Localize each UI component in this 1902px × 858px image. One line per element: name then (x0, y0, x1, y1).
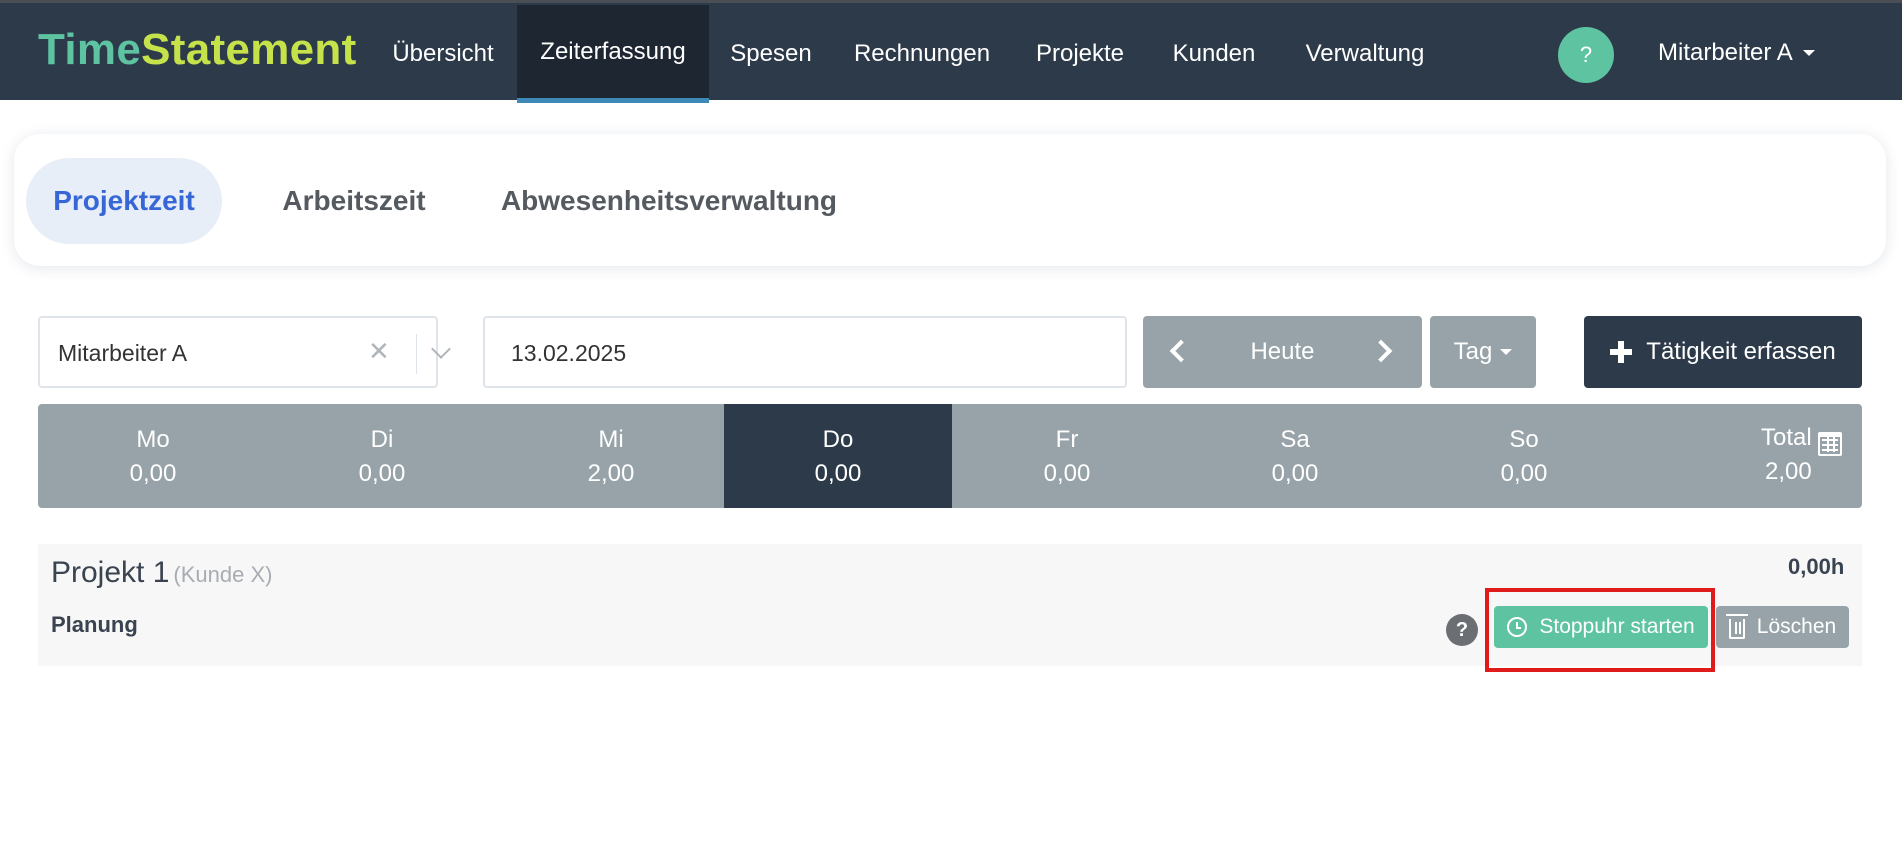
user-menu[interactable]: Mitarbeiter A (1658, 39, 1815, 67)
day-name: Sa (1280, 426, 1310, 453)
day-name: So (1509, 426, 1539, 453)
tab-projektzeit[interactable]: Projektzeit (26, 158, 222, 244)
brand-part-time: Time (38, 25, 142, 74)
day-hours: 0,00 (1043, 460, 1091, 487)
day-mo[interactable]: Mo 0,00 (38, 404, 268, 508)
add-activity-button[interactable]: Tätigkeit erfassen (1584, 316, 1862, 388)
start-stopwatch-button[interactable]: Stoppuhr starten (1494, 606, 1708, 648)
nav-verwaltung[interactable]: Verwaltung (1280, 5, 1450, 103)
tab-abwesenheitsverwaltung[interactable]: Abwesenheitsverwaltung (484, 158, 854, 244)
nav-zeiterfassung[interactable]: Zeiterfassung (517, 5, 709, 103)
day-name: Do (822, 426, 854, 453)
date-navigation: Heute (1143, 316, 1422, 388)
entry-hours: 0,00h (1788, 554, 1845, 579)
week-summary: Mo 0,00 Di 0,00 Mi 2,00 Do 0,00 Fr 0,00 … (38, 404, 1862, 508)
select-separator (416, 334, 417, 374)
day-hours: 0,00 (358, 460, 406, 487)
day-so[interactable]: So 0,00 (1409, 404, 1639, 508)
delete-label: Löschen (1756, 615, 1837, 638)
day-fr[interactable]: Fr 0,00 (952, 404, 1182, 508)
subtabs-card: Projektzeit Arbeitszeit Abwesenheitsverw… (14, 134, 1886, 266)
caret-down-icon (1500, 349, 1513, 355)
employee-select-value: Mitarbeiter A (58, 340, 188, 366)
employee-select[interactable]: Mitarbeiter A ✕ (38, 316, 451, 388)
top-navbar: TimeStatement Übersicht Zeiterfassung Sp… (0, 0, 1902, 103)
date-input[interactable]: 13.02.2025 (483, 316, 1127, 388)
project-name: Projekt 1 (51, 556, 170, 589)
period-dropdown[interactable]: Tag (1430, 316, 1536, 388)
chevron-down-icon[interactable] (431, 339, 451, 359)
nav-projekte[interactable]: Projekte (1012, 5, 1148, 103)
week-total: Total 2,00 (1703, 404, 1873, 508)
day-sa[interactable]: Sa 0,00 (1180, 404, 1410, 508)
clear-icon[interactable]: ✕ (368, 336, 390, 367)
day-name: Di (370, 426, 394, 453)
caret-down-icon (1802, 50, 1815, 56)
day-hours: 0,00 (129, 460, 177, 487)
day-di[interactable]: Di 0,00 (267, 404, 497, 508)
user-name: Mitarbeiter A (1658, 39, 1793, 66)
add-activity-label: Tätigkeit erfassen (1646, 338, 1836, 365)
calendar-icon[interactable] (1818, 432, 1842, 456)
day-mi[interactable]: Mi 2,00 (496, 404, 726, 508)
trash-icon (1725, 614, 1748, 639)
day-name: Mo (136, 426, 170, 453)
nav-rechnungen[interactable]: Rechnungen (833, 5, 1011, 103)
nav-kunden[interactable]: Kunden (1149, 5, 1279, 103)
client-name: (Kunde X) (173, 562, 273, 587)
brand-part-statement: Statement (141, 25, 357, 74)
task-name: Planung (51, 612, 138, 637)
brand-logo[interactable]: TimeStatement (38, 25, 357, 75)
question-icon[interactable]: ? (1446, 614, 1478, 646)
project-title: Projekt 1 (Kunde X) (51, 556, 272, 590)
day-do[interactable]: Do 0,00 (724, 404, 952, 508)
day-name: Fr (1055, 426, 1079, 453)
tab-arbeitszeit[interactable]: Arbeitszeit (254, 158, 454, 244)
clock-icon (1507, 617, 1528, 637)
delete-button[interactable]: Löschen (1716, 606, 1849, 648)
total-label: Total (1761, 424, 1812, 451)
period-dropdown-label: Tag (1453, 338, 1493, 365)
day-hours: 0,00 (814, 460, 862, 487)
help-button[interactable]: ? (1558, 27, 1614, 83)
day-hours: 2,00 (587, 460, 635, 487)
day-name: Mi (598, 426, 624, 453)
day-hours: 0,00 (1500, 460, 1548, 487)
nav-uebersicht[interactable]: Übersicht (370, 5, 516, 103)
nav-spesen[interactable]: Spesen (710, 5, 832, 103)
start-stopwatch-label: Stoppuhr starten (1539, 615, 1695, 638)
day-hours: 0,00 (1271, 460, 1319, 487)
total-value: 2,00 (1765, 458, 1812, 485)
plus-icon (1610, 341, 1633, 363)
